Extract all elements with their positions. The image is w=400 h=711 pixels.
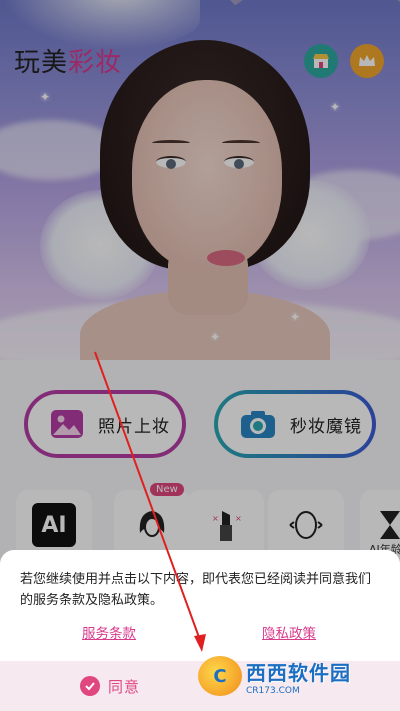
consent-text: 若您继续使用并点击以下内容，即代表您已经阅读并同意我们的服务条款及隐私政策。 (20, 572, 372, 608)
watermark: C 西西软件园 CR173.COM (198, 656, 388, 696)
terms-of-service-link[interactable]: 服务条款 (82, 622, 136, 642)
watermark-sub-text: CR173.COM (246, 685, 300, 696)
check-icon (79, 676, 100, 696)
privacy-policy-link[interactable]: 隐私政策 (262, 622, 316, 642)
watermark-logo-icon: C (198, 656, 242, 696)
watermark-main-text: 西西软件园 (246, 660, 351, 685)
agree-button-label: 同意 (107, 677, 140, 696)
